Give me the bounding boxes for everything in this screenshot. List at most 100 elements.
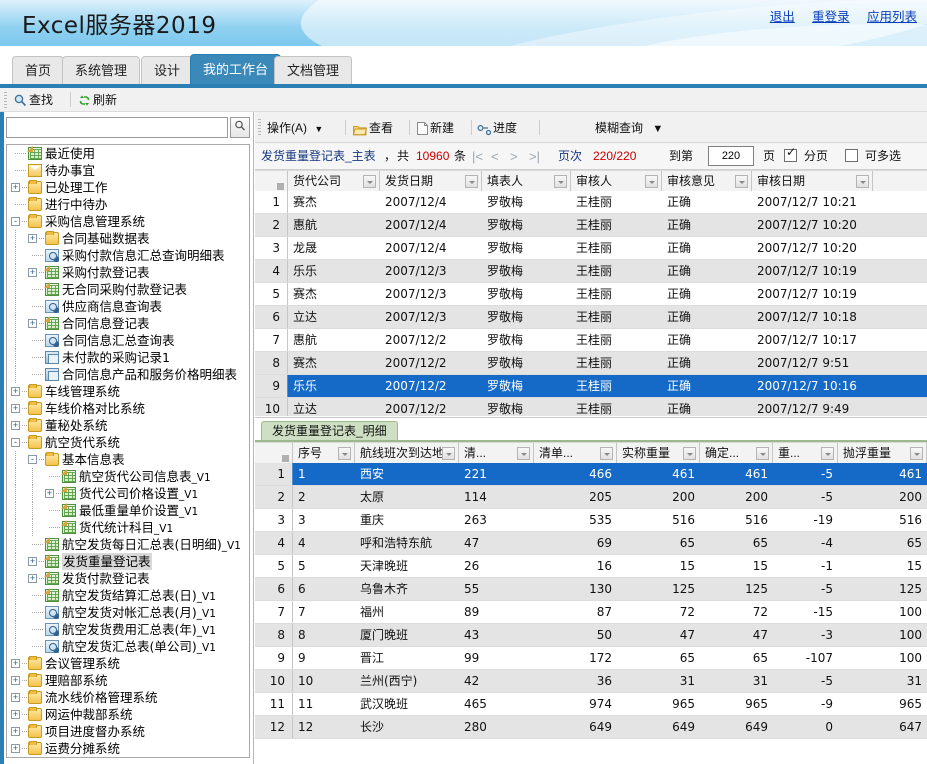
- table-row[interactable]: 55天津晚班26161515-115: [255, 555, 927, 578]
- tree-item[interactable]: +采购付款登记表: [7, 264, 249, 281]
- tree-expand-icon[interactable]: +: [11, 710, 20, 719]
- tree-item[interactable]: 合同信息产品和服务价格明细表: [7, 366, 249, 383]
- tree-expand-icon[interactable]: +: [28, 234, 37, 243]
- table-row[interactable]: 3龙晟2007/12/4罗敬梅王桂丽正确2007/12/7 10:20: [255, 237, 927, 260]
- tree-item[interactable]: 待办事宜: [7, 162, 249, 179]
- table-row[interactable]: 4乐乐2007/12/3罗敬梅王桂丽正确2007/12/7 10:19: [255, 260, 927, 283]
- column-filter-icon[interactable]: [735, 175, 748, 188]
- toolbar-grip[interactable]: [4, 92, 7, 108]
- tree-item[interactable]: 最近使用: [7, 145, 249, 162]
- table-row[interactable]: 99晋江991726565-107100: [255, 647, 927, 670]
- tree-item[interactable]: +会议管理系统: [7, 655, 249, 672]
- tree-item[interactable]: 进行中待办: [7, 196, 249, 213]
- table-row[interactable]: 11西安221466461461-5461: [255, 463, 927, 486]
- tree-item[interactable]: +发货付款登记表: [7, 570, 249, 587]
- search-button[interactable]: [230, 117, 250, 138]
- tree-item[interactable]: +网运仲裁部系统: [7, 706, 249, 723]
- column-header[interactable]: 抛浮重量: [838, 443, 927, 463]
- refresh-button[interactable]: 刷新: [78, 91, 117, 109]
- tree-item[interactable]: -采购信息管理系统: [7, 213, 249, 230]
- column-filter-icon[interactable]: [600, 447, 613, 460]
- tree-expand-icon[interactable]: +: [28, 319, 37, 328]
- table-row[interactable]: 1010兰州(西宁)42363131-531: [255, 670, 927, 693]
- next-page-button[interactable]: >: [510, 148, 518, 165]
- column-header[interactable]: 序号: [293, 443, 355, 463]
- tree-item[interactable]: 采购付款信息汇总查询明细表: [7, 247, 249, 264]
- table-name-label[interactable]: 发货重量登记表_主表: [261, 148, 376, 165]
- tree-item[interactable]: 航空发货结算汇总表(日)_V1: [7, 587, 249, 604]
- tree-expand-icon[interactable]: +: [28, 268, 37, 277]
- column-header[interactable]: 审核人: [571, 171, 662, 191]
- table-row[interactable]: 77福州89877272-15100: [255, 601, 927, 624]
- tree-item[interactable]: +车线价格对比系统: [7, 400, 249, 417]
- progress-button[interactable]: 进度: [477, 119, 517, 137]
- tree-item[interactable]: 航空发货汇总表(单公司)_V1: [7, 638, 249, 655]
- tree-expand-icon[interactable]: +: [11, 693, 20, 702]
- tab-detail-table[interactable]: 发货重量登记表_明细: [261, 421, 398, 441]
- tree-item[interactable]: 航空发货对帐汇总表(月)_V1: [7, 604, 249, 621]
- table-row[interactable]: 44呼和浩特东航47696565-465: [255, 532, 927, 555]
- view-button[interactable]: 查看: [353, 119, 393, 137]
- last-page-button[interactable]: >|: [529, 148, 540, 165]
- tree-item[interactable]: 无合同采购付款登记表: [7, 281, 249, 298]
- tree-expand-icon[interactable]: +: [11, 727, 20, 736]
- column-filter-icon[interactable]: [683, 447, 696, 460]
- tree-expand-icon[interactable]: +: [11, 404, 20, 413]
- table-row[interactable]: 1111武汉晚班465974965965-9965: [255, 693, 927, 716]
- column-header[interactable]: 实称重量: [617, 443, 700, 463]
- tree-item[interactable]: +车线管理系统: [7, 383, 249, 400]
- multiselect-checkbox[interactable]: [845, 149, 858, 162]
- tree-item[interactable]: 航空货代公司信息表_V1: [7, 468, 249, 485]
- table-row[interactable]: 1212长沙2806496496490647: [255, 716, 927, 739]
- column-filter-icon[interactable]: [338, 447, 351, 460]
- table-row[interactable]: 88厦门晚班43504747-3100: [255, 624, 927, 647]
- paging-checkbox[interactable]: [784, 149, 797, 162]
- tree-item[interactable]: 未付款的采购记录1: [7, 349, 249, 366]
- column-header[interactable]: 重...: [773, 443, 838, 463]
- tab-design[interactable]: 设计: [141, 56, 193, 84]
- table-row[interactable]: 1赛杰2007/12/4罗敬梅王桂丽正确2007/12/7 10:21: [255, 191, 927, 214]
- table-row[interactable]: 5赛杰2007/12/3罗敬梅王桂丽正确2007/12/7 10:19: [255, 283, 927, 306]
- tree-expand-icon[interactable]: +: [45, 489, 54, 498]
- prev-page-button[interactable]: <: [491, 148, 499, 165]
- column-header[interactable]: 发货日期: [380, 171, 482, 191]
- tree-item[interactable]: +货代公司价格设置_V1: [7, 485, 249, 502]
- relogin-link[interactable]: 重登录: [812, 10, 850, 24]
- table-row[interactable]: 2惠航2007/12/4罗敬梅王桂丽正确2007/12/7 10:20: [255, 214, 927, 237]
- tree-item[interactable]: 航空发货每日汇总表(日明细)_V1: [7, 536, 249, 553]
- tree-item[interactable]: 合同信息汇总查询表: [7, 332, 249, 349]
- column-filter-icon[interactable]: [363, 175, 376, 188]
- column-header[interactable]: 航线班次到达地: [355, 443, 459, 463]
- column-filter-icon[interactable]: [554, 175, 567, 188]
- tree-expand-icon[interactable]: +: [11, 421, 20, 430]
- tree-item[interactable]: +合同信息登记表: [7, 315, 249, 332]
- tree-expand-icon[interactable]: +: [11, 387, 20, 396]
- tree-item[interactable]: +合同基础数据表: [7, 230, 249, 247]
- column-filter-icon[interactable]: [517, 447, 530, 460]
- table-row[interactable]: 22太原114205200200-5200: [255, 486, 927, 509]
- tree-collapse-icon[interactable]: -: [11, 217, 20, 226]
- table-row[interactable]: 8赛杰2007/12/2罗敬梅王桂丽正确2007/12/7 9:51: [255, 352, 927, 375]
- tab-system[interactable]: 系统管理: [62, 56, 140, 84]
- column-header[interactable]: 货代公司: [288, 171, 380, 191]
- tree-expand-icon[interactable]: +: [11, 744, 20, 753]
- tree-item[interactable]: -基本信息表: [7, 451, 249, 468]
- tree-expand-icon[interactable]: +: [11, 659, 20, 668]
- new-button[interactable]: 新建: [417, 119, 454, 137]
- find-button[interactable]: 查找: [14, 91, 53, 109]
- table-row[interactable]: 10立达2007/12/2罗敬梅王桂丽正确2007/12/7 9:49: [255, 398, 927, 416]
- grid-toolbar-grip[interactable]: [258, 119, 261, 135]
- column-filter-icon[interactable]: [465, 175, 478, 188]
- tree-item[interactable]: -航空货代系统: [7, 434, 249, 451]
- tree-item[interactable]: +发货重量登记表: [7, 553, 249, 570]
- tree-item[interactable]: 最低重量单价设置_V1: [7, 502, 249, 519]
- tree-expand-icon[interactable]: +: [11, 183, 20, 192]
- tree-item[interactable]: +已处理工作: [7, 179, 249, 196]
- app-list-link[interactable]: 应用列表: [867, 10, 917, 24]
- column-filter-icon[interactable]: [442, 447, 455, 460]
- tab-home[interactable]: 首页: [12, 56, 64, 84]
- tree-collapse-icon[interactable]: -: [11, 438, 20, 447]
- table-row[interactable]: 33重庆263535516516-19516: [255, 509, 927, 532]
- column-header[interactable]: 清单...: [534, 443, 617, 463]
- main-data-grid[interactable]: 货代公司发货日期填表人审核人审核意见审核日期 1赛杰2007/12/4罗敬梅王桂…: [255, 170, 927, 416]
